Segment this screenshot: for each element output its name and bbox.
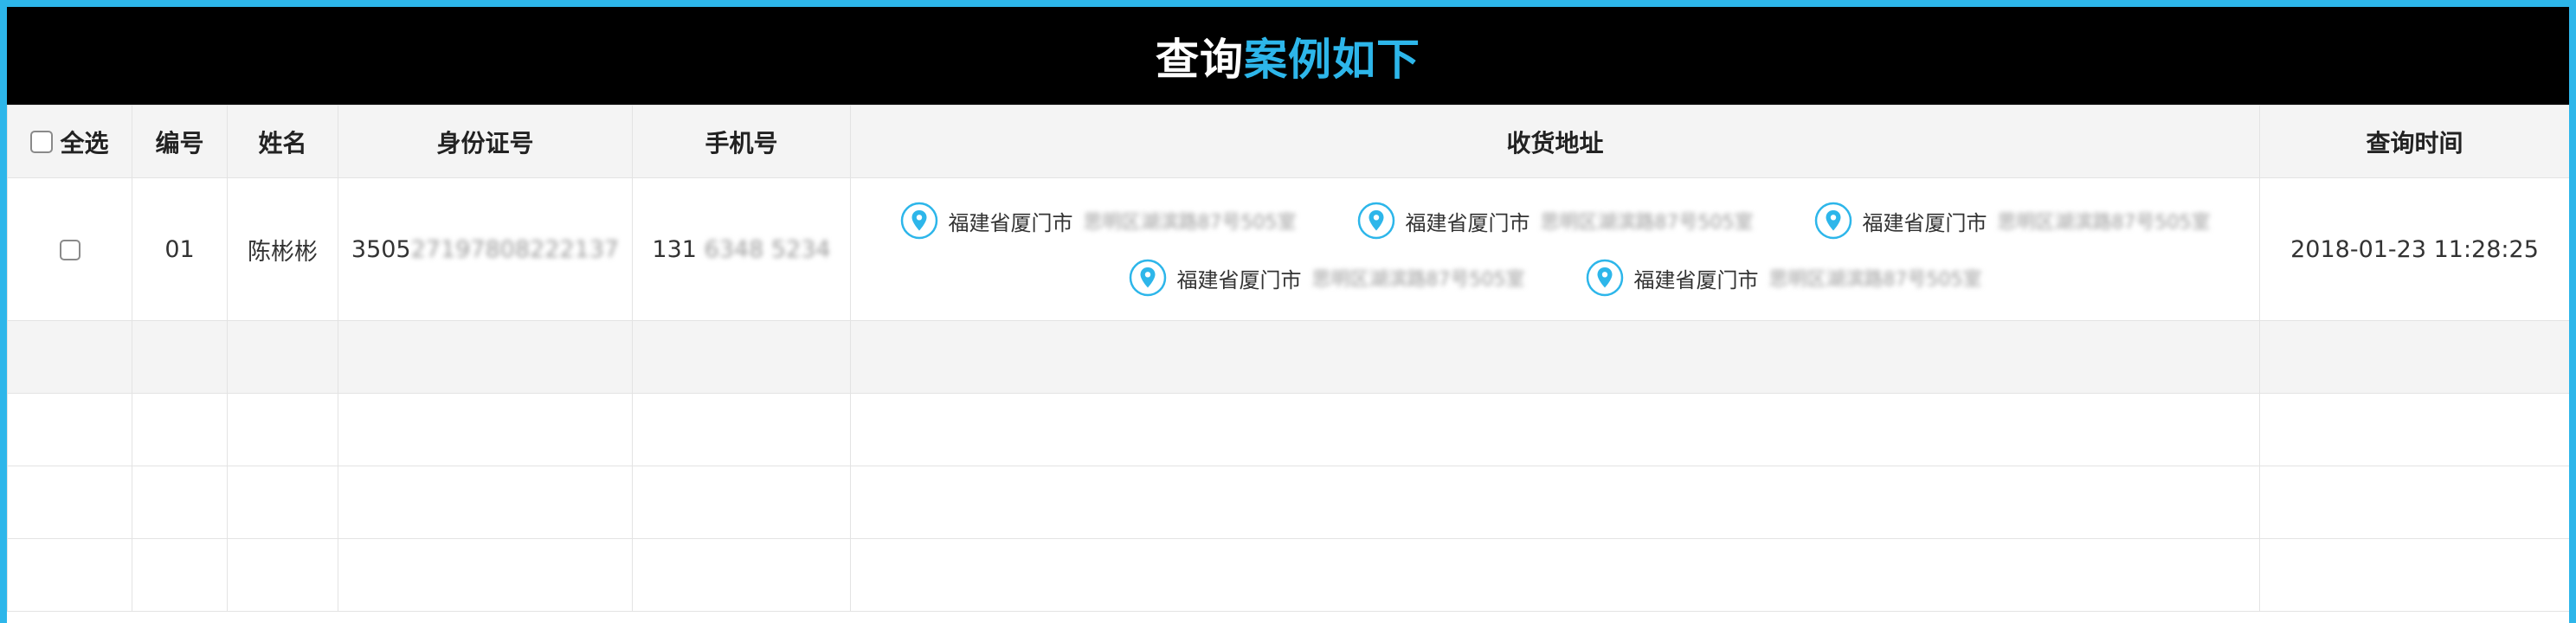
header-phone: 手机号 <box>632 105 851 178</box>
row-id-card: 350527197808222137 <box>338 177 633 321</box>
address-line-2: 福建省厦门市 思明区湖滨路87号505室 福建省厦门市 思明区湖滨路87号505室 <box>1129 259 1982 297</box>
location-pin-icon <box>1814 202 1852 240</box>
address-line-1: 福建省厦门市 思明区湖滨路87号505室 福建省厦门市 思明区湖滨路87号505室 <box>900 202 2211 240</box>
header-address: 收货地址 <box>850 105 2260 178</box>
address-item[interactable]: 福建省厦门市 思明区湖滨路87号505室 <box>900 202 1297 240</box>
empty-table-row <box>7 393 2569 466</box>
address-prefix: 福建省厦门市 <box>1862 210 1987 235</box>
select-all-checkbox[interactable] <box>30 130 54 153</box>
empty-table-row <box>7 466 2569 539</box>
row-address: 福建省厦门市 思明区湖滨路87号505室 福建省厦门市 思明区湖滨路87号505室 <box>850 177 2260 321</box>
address-item[interactable]: 福建省厦门市 思明区湖滨路87号505室 <box>1357 202 1754 240</box>
id-prefix: 3505 <box>351 235 411 263</box>
address-item[interactable]: 福建省厦门市 思明区湖滨路87号505室 <box>1814 202 2211 240</box>
address-prefix: 福建省厦门市 <box>1405 210 1530 235</box>
address-masked: 思明区湖滨路87号505室 <box>1083 212 1297 234</box>
row-query-time: 2018-01-23 11:28:25 <box>2259 177 2569 321</box>
id-masked: 27197808222137 <box>410 235 620 263</box>
row-select-cell[interactable] <box>7 177 132 321</box>
row-name: 陈彬彬 <box>227 177 338 321</box>
table-header-row: 全选 编号 姓名 身份证号 手机号 收货地址 查询时间 <box>7 105 2569 178</box>
location-pin-icon <box>900 202 937 240</box>
header-query-time: 查询时间 <box>2259 105 2569 178</box>
title-bar: 查询 案例如下 <box>7 7 2569 105</box>
row-phone: 131 6348 5234 <box>632 177 851 321</box>
address-list: 福建省厦门市 思明区湖滨路87号505室 福建省厦门市 思明区湖滨路87号505室 <box>852 202 2259 297</box>
address-prefix: 福建省厦门市 <box>1633 267 1759 292</box>
address-prefix: 福建省厦门市 <box>948 210 1073 235</box>
location-pin-icon <box>1586 259 1623 297</box>
results-table: 全选 编号 姓名 身份证号 手机号 收货地址 查询时间 01 陈彬彬 35052… <box>7 105 2569 612</box>
table-row: 01 陈彬彬 350527197808222137 131 6348 5234 <box>7 177 2569 321</box>
header-number: 编号 <box>132 105 228 178</box>
empty-table-row <box>7 538 2569 612</box>
header-name: 姓名 <box>227 105 338 178</box>
phone-masked: 6348 5234 <box>704 235 831 263</box>
query-panel: 查询 案例如下 全选 编号 姓名 身份证号 手机号 收货地址 查询时间 01 陈… <box>0 0 2576 623</box>
header-id-card: 身份证号 <box>338 105 633 178</box>
address-masked: 思明区湖滨路87号505室 <box>1540 212 1754 234</box>
title-part-1: 查询 <box>1156 34 1244 85</box>
select-all-label: 全选 <box>60 128 109 157</box>
address-item[interactable]: 福建省厦门市 思明区湖滨路87号505室 <box>1129 259 1525 297</box>
location-pin-icon <box>1129 259 1166 297</box>
address-prefix: 福建省厦门市 <box>1176 267 1302 292</box>
title-part-2: 案例如下 <box>1244 34 1420 85</box>
empty-table-row <box>7 320 2569 394</box>
row-number: 01 <box>132 177 228 321</box>
header-select-all[interactable]: 全选 <box>7 105 132 178</box>
row-checkbox[interactable] <box>59 240 80 260</box>
address-item[interactable]: 福建省厦门市 思明区湖滨路87号505室 <box>1586 259 1982 297</box>
address-masked: 思明区湖滨路87号505室 <box>1997 212 2211 234</box>
address-masked: 思明区湖滨路87号505室 <box>1768 269 1982 291</box>
location-pin-icon <box>1357 202 1394 240</box>
address-masked: 思明区湖滨路87号505室 <box>1311 269 1525 291</box>
phone-prefix: 131 <box>652 235 697 263</box>
